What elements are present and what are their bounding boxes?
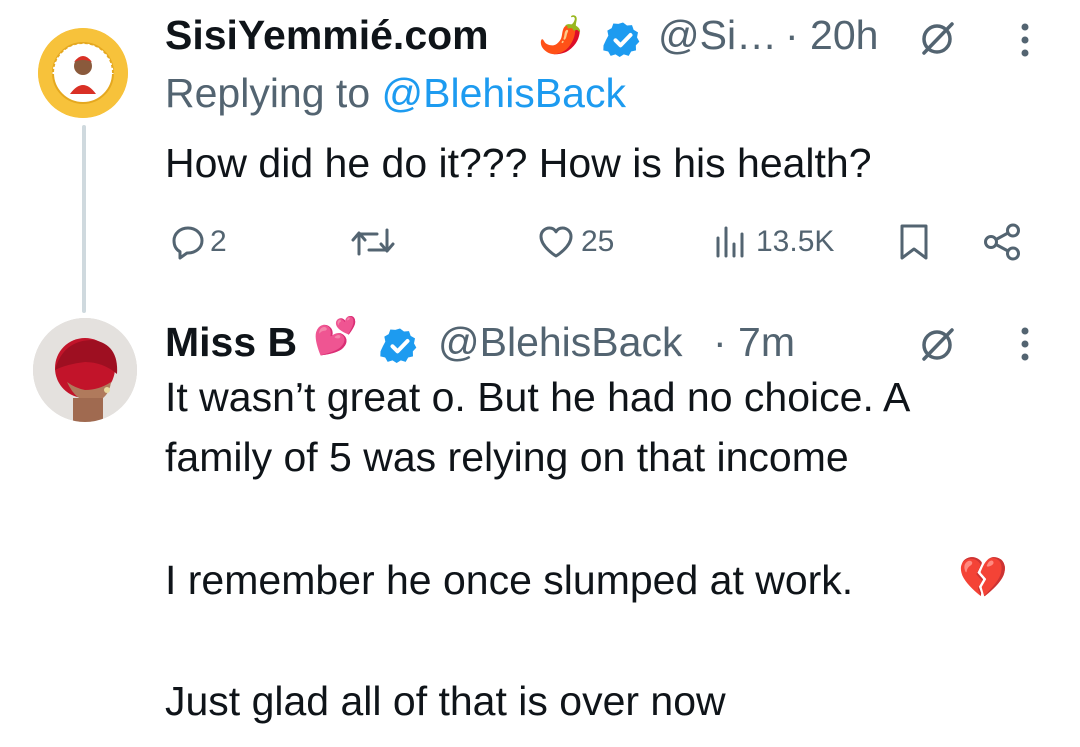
tweet-text-line: Just glad all of that is over now xyxy=(165,678,726,724)
bookmark-icon xyxy=(900,224,928,260)
author-avatar[interactable] xyxy=(38,28,128,118)
view-count: 13.5K xyxy=(756,225,835,258)
author-handle[interactable]: @BlehisBack xyxy=(438,319,682,366)
verified-badge-icon xyxy=(603,20,643,65)
grok-icon[interactable] xyxy=(912,14,962,64)
tweet-timestamp[interactable]: · 7m xyxy=(713,319,795,366)
bookmark-button[interactable] xyxy=(898,222,930,262)
author-name[interactable]: SisiYemmié.com xyxy=(165,12,489,59)
replying-to-label: Replying to xyxy=(165,70,382,116)
author-handle[interactable]: @Si… xyxy=(658,12,777,59)
tweet-text-line: I remember he once slumped at work. xyxy=(165,557,854,603)
author-name[interactable]: Miss B xyxy=(165,319,297,366)
tweet-text-line: It wasn’t great o. But he had no choice.… xyxy=(165,374,911,420)
retweet-button[interactable] xyxy=(350,222,396,262)
verified-badge-icon xyxy=(380,326,420,371)
tweet-timestamp[interactable]: · 20h xyxy=(785,12,878,59)
grok-icon[interactable] xyxy=(912,320,962,370)
more-options-icon[interactable] xyxy=(1005,322,1045,366)
reply-icon xyxy=(172,226,204,260)
reply-button[interactable]: 2 xyxy=(170,222,227,262)
replying-to-handle[interactable]: @BlehisBack xyxy=(382,70,626,116)
chili-emoji: 🌶️ xyxy=(538,14,583,55)
tweet-text: How did he do it??? How is his health? xyxy=(165,140,872,186)
author-avatar[interactable] xyxy=(33,318,137,422)
views-chart-icon xyxy=(716,226,744,258)
more-options-icon[interactable] xyxy=(1005,18,1045,62)
reply-count: 2 xyxy=(210,225,227,258)
views-button[interactable]: 13.5K xyxy=(712,222,834,262)
broken-heart-emoji: 💔 xyxy=(958,556,1008,600)
share-button[interactable] xyxy=(983,222,1023,262)
replying-to: Replying to @BlehisBack xyxy=(165,70,626,117)
like-button[interactable]: 25 xyxy=(537,222,614,262)
retweet-icon xyxy=(351,228,395,256)
share-icon xyxy=(984,223,1020,261)
thread-connector xyxy=(82,125,86,313)
heart-icon xyxy=(539,226,573,258)
hearts-emoji: 💕 xyxy=(313,315,358,356)
tweet-text-line: family of 5 was relying on that income xyxy=(165,434,849,480)
sisiyemmie-logo-icon xyxy=(38,28,128,118)
profile-photo-icon xyxy=(33,318,137,422)
like-count: 25 xyxy=(581,225,615,258)
